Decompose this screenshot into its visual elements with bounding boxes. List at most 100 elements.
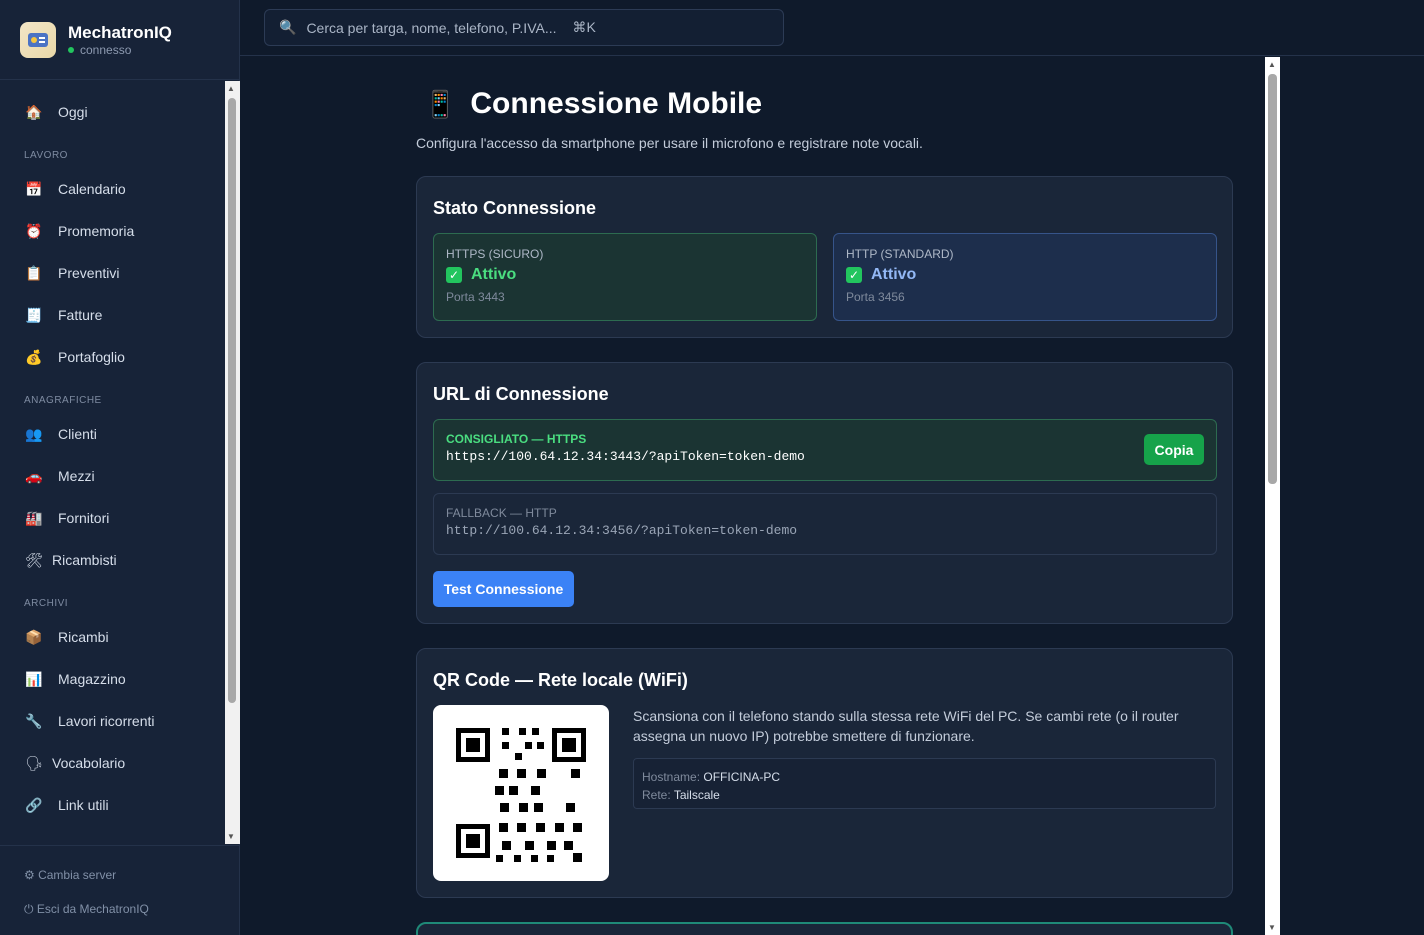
sidebar-item-portafoglio[interactable]: 💰 Portafoglio: [24, 343, 125, 371]
primary-url-label: CONSIGLIATO — HTTPS: [446, 432, 587, 446]
sidebar-item-link-utili[interactable]: 🔗 Link utili: [24, 791, 108, 819]
network-value: Tailscale: [673, 788, 720, 802]
fallback-url-label: FALLBACK — HTTP: [446, 506, 557, 520]
main-content: 📱 Connessione Mobile Configura l'accesso…: [241, 57, 1265, 935]
main-scroll-down-arrow-icon[interactable]: ▼: [1268, 923, 1276, 932]
sidebar-item-label: Magazzino: [58, 671, 126, 687]
tools-icon: 🛠: [25, 551, 43, 568]
connection-status-label: connesso: [80, 42, 132, 57]
http-label: HTTP (STANDARD): [846, 247, 954, 261]
factory-icon: 🏭: [25, 509, 43, 526]
scroll-down-arrow-icon[interactable]: ▼: [227, 832, 235, 841]
car-icon: 🚗: [25, 467, 43, 484]
scroll-up-arrow-icon[interactable]: ▲: [227, 84, 235, 93]
sidebar-item-label: Promemoria: [58, 223, 135, 239]
speaking-head-icon: 🗣: [25, 754, 43, 771]
sidebar-item-magazzino[interactable]: 📊 Magazzino: [24, 665, 126, 693]
http-port: Porta 3456: [846, 290, 905, 304]
home-icon: 🏠: [25, 103, 43, 120]
package-icon: 📦: [25, 628, 43, 645]
link-icon: 🔗: [25, 796, 43, 813]
check-icon: ✓: [446, 267, 462, 283]
primary-url-box: CONSIGLIATO — HTTPS https://100.64.12.34…: [433, 419, 1217, 481]
https-port: Porta 3443: [446, 290, 505, 304]
sidebar-item-label: Preventivi: [58, 265, 120, 281]
sidebar-item-label: Oggi: [58, 104, 88, 120]
sidebar-item-label: Fornitori: [58, 510, 110, 526]
qr-card: QR Code — Rete locale (WiFi) Scansiona c…: [416, 648, 1233, 898]
money-bag-icon: 💰: [25, 348, 43, 365]
test-connection-button[interactable]: Test Connessione: [433, 571, 574, 607]
sidebar-scrollbar-thumb[interactable]: [228, 98, 236, 703]
qr-description: Scansiona con il telefono stando sulla s…: [633, 708, 1179, 744]
url-card: URL di Connessione CONSIGLIATO — HTTPS h…: [416, 362, 1233, 624]
copy-button[interactable]: Copia: [1144, 434, 1204, 465]
sidebar-item-label: Mezzi: [58, 468, 95, 484]
status-card: Stato Connessione HTTPS (SICURO) ✓ Attiv…: [416, 176, 1233, 338]
app-name: MechatronIQ: [68, 22, 172, 42]
sidebar-item-label: Portafoglio: [58, 349, 125, 365]
logout-button[interactable]: ⏻ Esci da MechatronIQ: [24, 902, 149, 917]
alarm-clock-icon: ⏰: [25, 222, 43, 239]
page-subtitle: Configura l'accesso da smartphone per us…: [416, 135, 923, 151]
sidebar-item-oggi[interactable]: 🏠 Oggi: [24, 98, 88, 126]
sidebar-item-label: Vocabolario: [52, 755, 126, 771]
sidebar-item-label: Ricambi: [58, 629, 109, 645]
status-dot-icon: [68, 46, 74, 53]
sidebar-item-lavori-ricorrenti[interactable]: 🔧 Lavori ricorrenti: [24, 707, 154, 735]
calendar-icon: 📅: [25, 180, 43, 197]
sidebar-nav: 🏠 Oggi LAVORO 📅 Calendario ⏰ Promemoria …: [0, 81, 225, 844]
section-anagrafiche: ANAGRAFICHE: [24, 395, 102, 406]
sidebar-item-clienti[interactable]: 👥 Clienti: [24, 420, 97, 448]
sidebar-item-promemoria[interactable]: ⏰ Promemoria: [24, 217, 134, 245]
page-title: 📱 Connessione Mobile: [424, 87, 762, 121]
sidebar-item-label: Clienti: [58, 426, 97, 442]
sidebar-item-fornitori[interactable]: 🏭 Fornitori: [24, 504, 109, 532]
search-shortcut: ⌘K: [572, 19, 596, 35]
change-server-button[interactable]: ⚙ Cambia server: [24, 868, 116, 882]
page-title-text: Connessione Mobile: [470, 87, 763, 120]
receipt-icon: 🧾: [25, 306, 43, 323]
clipboard-icon: 📋: [25, 264, 43, 281]
http-value: ✓ Attivo: [846, 266, 1204, 284]
sidebar-item-preventivi[interactable]: 📋 Preventivi: [24, 259, 119, 287]
brand-header: MechatronIQ connesso: [0, 0, 239, 80]
wrench-icon: 🔧: [25, 712, 43, 729]
sidebar-item-label: Calendario: [58, 181, 126, 197]
http-status-box: HTTP (STANDARD) ✓ Attivo Porta 3456: [833, 233, 1217, 321]
fallback-url-box: FALLBACK — HTTP http://100.64.12.34:3456…: [433, 493, 1217, 555]
https-status-box: HTTPS (SICURO) ✓ Attivo Porta 3443: [433, 233, 817, 321]
sidebar-item-calendario[interactable]: 📅 Calendario: [24, 175, 126, 203]
search-placeholder: Cerca per targa, nome, telefono, P.IVA..…: [306, 19, 557, 36]
mobile-phone-icon: 📱: [424, 88, 457, 119]
https-label: HTTPS (SICURO): [446, 247, 544, 261]
sidebar-item-ricambi[interactable]: 📦 Ricambi: [24, 623, 109, 651]
search-input[interactable]: 🔍 Cerca per targa, nome, telefono, P.IVA…: [264, 9, 784, 46]
qr-card-title: QR Code — Rete locale (WiFi): [433, 670, 688, 690]
main-scrollbar-thumb[interactable]: [1268, 74, 1277, 484]
hostname-key: Hostname:: [642, 770, 701, 784]
sidebar-item-ricambisti[interactable]: 🛠 Ricambisti: [24, 546, 116, 574]
bar-chart-icon: 📊: [25, 670, 43, 687]
section-archivi: ARCHIVI: [24, 598, 69, 609]
hostname-value: OFFICINA-PC: [703, 770, 781, 784]
sidebar: MechatronIQ connesso 🏠 Oggi LAVORO 📅 Cal…: [0, 0, 240, 935]
sidebar-item-fatture[interactable]: 🧾 Fatture: [24, 301, 102, 329]
qr-code-image: [433, 705, 609, 881]
topbar: 🔍 Cerca per targa, nome, telefono, P.IVA…: [240, 0, 1424, 56]
network-key: Rete:: [642, 788, 671, 802]
search-icon: 🔍: [279, 19, 297, 35]
network-info-box: Hostname: OFFICINA-PC Rete: Tailscale: [633, 758, 1216, 809]
sidebar-item-vocabolario[interactable]: 🗣 Vocabolario: [24, 749, 125, 777]
sidebar-footer: ⚙ Cambia server ⏻ Esci da MechatronIQ: [0, 845, 239, 935]
section-lavoro: LAVORO: [24, 150, 68, 161]
sidebar-item-mezzi[interactable]: 🚗 Mezzi: [24, 462, 95, 490]
fallback-url-text: http://100.64.12.34:3456/?apiToken=token…: [446, 523, 798, 538]
primary-url-text: https://100.64.12.34:3443/?apiToken=toke…: [446, 449, 805, 464]
main-scroll-up-arrow-icon[interactable]: ▲: [1268, 60, 1276, 69]
next-card: [416, 922, 1233, 935]
connection-status: connesso: [68, 43, 172, 57]
users-icon: 👥: [25, 425, 43, 442]
sidebar-item-label: Fatture: [58, 307, 103, 323]
https-value: ✓ Attivo: [446, 266, 804, 284]
